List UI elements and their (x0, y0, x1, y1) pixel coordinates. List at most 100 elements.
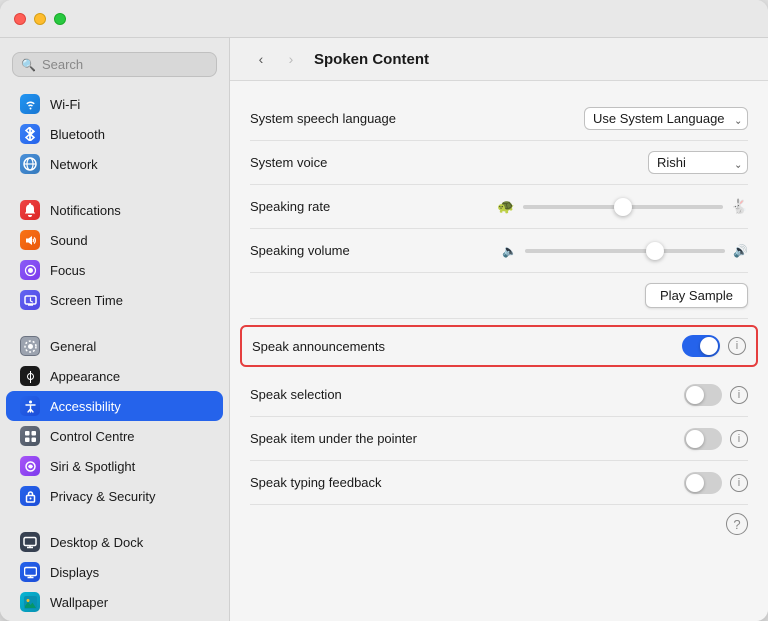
sidebar-section-preferences: General Appearance (0, 329, 229, 513)
setting-row-speak-pointer: Speak item under the pointer i (250, 417, 748, 461)
speak-pointer-toggle-thumb (686, 430, 704, 448)
bottom-help-container: ? (250, 505, 748, 539)
speaking-volume-low-icon: 🔈 (502, 244, 517, 258)
sidebar-item-focus[interactable]: Focus (6, 255, 223, 285)
sidebar-item-sound[interactable]: Sound (6, 225, 223, 255)
setting-row-system-voice: System voice Rishi Alex Samantha (250, 141, 748, 185)
info-icon: i (736, 340, 738, 352)
sidebar-item-appearance[interactable]: Appearance (6, 361, 223, 391)
back-button[interactable]: ‹ (250, 48, 272, 70)
speak-selection-toggle[interactable] (684, 384, 722, 406)
info-icon-2: i (738, 389, 740, 401)
speech-language-dropdown-wrapper: Use System Language English (US) (584, 107, 748, 130)
search-box[interactable]: 🔍 Search (12, 52, 217, 77)
sidebar: 🔍 Search Wi-Fi (0, 38, 230, 621)
sidebar-item-siri[interactable]: Siri & Spotlight (6, 451, 223, 481)
speak-selection-info-button[interactable]: i (730, 386, 748, 404)
wallpaper-icon (20, 592, 40, 612)
speak-announcements-info-button[interactable]: i (728, 337, 746, 355)
speak-typing-info-button[interactable]: i (730, 474, 748, 492)
desktop-icon (20, 532, 40, 552)
sidebar-section-system: Notifications Sound (0, 193, 229, 317)
sidebar-label-wallpaper: Wallpaper (50, 595, 108, 610)
setting-row-speaking-volume: Speaking volume 🔈 🔊 (250, 229, 748, 273)
wifi-icon (20, 94, 40, 114)
sidebar-item-accessibility[interactable]: Accessibility (6, 391, 223, 421)
speaking-volume-thumb[interactable] (646, 242, 664, 260)
sidebar-item-desktop[interactable]: Desktop & Dock (6, 527, 223, 557)
sidebar-label-siri: Siri & Spotlight (50, 459, 135, 474)
speak-announcements-label: Speak announcements (252, 339, 385, 354)
general-icon (20, 336, 40, 356)
speak-pointer-toggle[interactable] (684, 428, 722, 450)
maximize-button[interactable] (54, 13, 66, 25)
play-sample-button[interactable]: Play Sample (645, 283, 748, 308)
help-icon: ? (733, 517, 740, 532)
sidebar-label-screentime: Screen Time (50, 293, 123, 308)
sidebar-label-network: Network (50, 157, 98, 172)
speak-selection-label: Speak selection (250, 387, 342, 402)
setting-row-speech-language: System speech language Use System Langua… (250, 97, 748, 141)
speaking-volume-label: Speaking volume (250, 243, 350, 258)
setting-row-speaking-rate: Speaking rate 🐢 🐇 (250, 185, 748, 229)
sidebar-item-general[interactable]: General (6, 331, 223, 361)
speak-selection-toggle-thumb (686, 386, 704, 404)
sidebar-label-accessibility: Accessibility (50, 399, 121, 414)
screentime-icon (20, 290, 40, 310)
speak-typing-toggle[interactable] (684, 472, 722, 494)
speaking-rate-track[interactable] (523, 205, 723, 209)
forward-button[interactable]: › (280, 48, 302, 70)
info-icon-3: i (738, 433, 740, 445)
sidebar-item-wallpaper[interactable]: Wallpaper (6, 587, 223, 617)
speak-pointer-info-button[interactable]: i (730, 430, 748, 448)
sidebar-label-sound: Sound (50, 233, 88, 248)
speak-pointer-label: Speak item under the pointer (250, 431, 417, 446)
speaking-rate-slow-icon: 🐢 (497, 198, 514, 215)
sidebar-section-network: Wi-Fi Bluetooth (0, 87, 229, 181)
speak-announcements-highlight: Speak announcements i (240, 325, 758, 367)
privacy-icon (20, 486, 40, 506)
panel-header: ‹ › Spoken Content (230, 38, 768, 81)
sidebar-item-wifi[interactable]: Wi-Fi (6, 89, 223, 119)
displays-icon (20, 562, 40, 582)
search-placeholder: Search (42, 57, 83, 72)
system-voice-dropdown-wrapper: Rishi Alex Samantha (648, 151, 748, 174)
system-voice-dropdown[interactable]: Rishi Alex Samantha (648, 151, 748, 174)
siri-icon (20, 456, 40, 476)
sidebar-item-displays[interactable]: Displays (6, 557, 223, 587)
sidebar-item-controlcentre[interactable]: Control Centre (6, 421, 223, 451)
system-voice-label: System voice (250, 155, 327, 170)
sidebar-item-bluetooth[interactable]: Bluetooth (6, 119, 223, 149)
speech-language-dropdown[interactable]: Use System Language English (US) (584, 107, 748, 130)
speaking-volume-track[interactable] (525, 249, 725, 253)
setting-row-speak-typing: Speak typing feedback i (250, 461, 748, 505)
speech-language-label: System speech language (250, 111, 396, 126)
speaking-rate-thumb[interactable] (614, 198, 632, 216)
speaking-rate-label: Speaking rate (250, 199, 330, 214)
sidebar-item-network[interactable]: Network (6, 149, 223, 179)
help-button[interactable]: ? (726, 513, 748, 535)
speak-announcements-toggle[interactable] (682, 335, 720, 357)
speaking-volume-high-icon: 🔊 (733, 244, 748, 258)
sidebar-label-appearance: Appearance (50, 369, 120, 384)
focus-icon (20, 260, 40, 280)
speak-typing-control: i (684, 472, 748, 494)
bluetooth-icon (20, 124, 40, 144)
speaking-volume-slider-container: 🔈 🔊 (350, 244, 748, 258)
main-content: 🔍 Search Wi-Fi (0, 38, 768, 621)
sound-icon (20, 230, 40, 250)
close-button[interactable] (14, 13, 26, 25)
controlcentre-icon (20, 426, 40, 446)
minimize-button[interactable] (34, 13, 46, 25)
sidebar-label-wifi: Wi-Fi (50, 97, 80, 112)
speak-typing-label: Speak typing feedback (250, 475, 382, 490)
sidebar-label-displays: Displays (50, 565, 99, 580)
speech-language-control: Use System Language English (US) (584, 107, 748, 130)
sidebar-label-focus: Focus (50, 263, 85, 278)
setting-row-play-sample: Play Sample (250, 273, 748, 319)
speak-announcements-toggle-thumb (700, 337, 718, 355)
speak-selection-control: i (684, 384, 748, 406)
sidebar-item-privacy[interactable]: Privacy & Security (6, 481, 223, 511)
sidebar-item-notifications[interactable]: Notifications (6, 195, 223, 225)
sidebar-item-screentime[interactable]: Screen Time (6, 285, 223, 315)
